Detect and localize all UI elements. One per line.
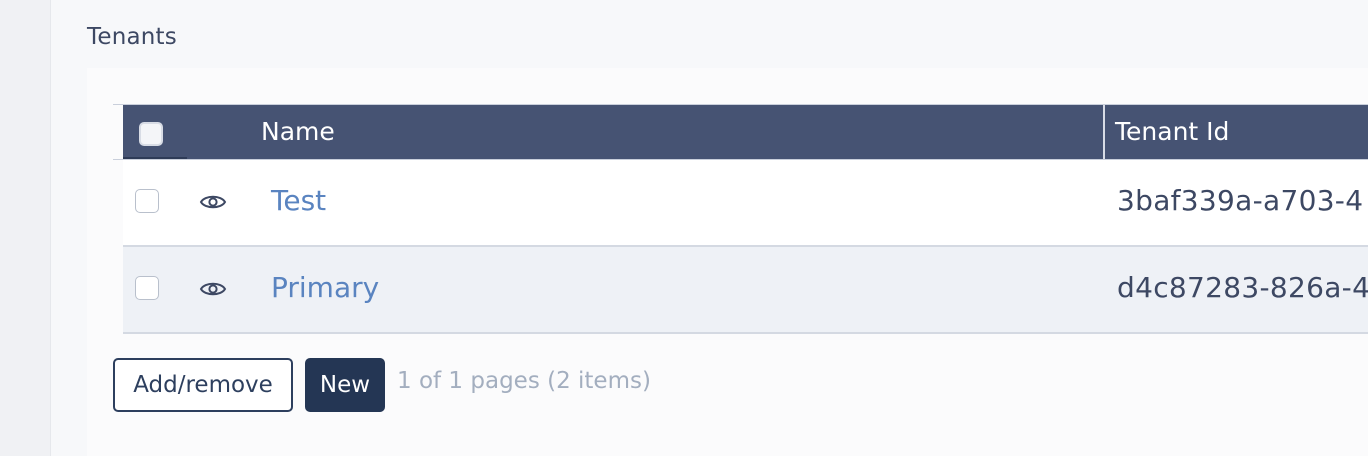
pagination-info: 1 of 1 pages (2 items): [397, 368, 651, 394]
row-checkbox[interactable]: [135, 276, 159, 300]
new-button[interactable]: New: [305, 358, 385, 412]
table-header: Name Tenant Id: [113, 104, 1368, 160]
table-row: Primary d4c87283-826a-4: [123, 247, 1368, 334]
tenant-name-link[interactable]: Test: [271, 184, 326, 217]
select-all-checkbox[interactable]: [139, 122, 163, 146]
tenants-table: Name Tenant Id Test 3baf339a-a703-4 Prim…: [113, 104, 1368, 334]
left-gutter: [0, 0, 50, 456]
tenant-name-link[interactable]: Primary: [271, 271, 379, 304]
row-checkbox[interactable]: [135, 189, 159, 213]
table-row: Test 3baf339a-a703-4: [123, 160, 1368, 247]
add-remove-button[interactable]: Add/remove: [113, 358, 293, 412]
tenant-id-cell: 3baf339a-a703-4: [1117, 184, 1364, 217]
eye-icon[interactable]: [199, 277, 227, 301]
select-all-cell: [123, 105, 187, 159]
tenants-panel: Tenants Name Tenant Id Test 3baf339a-a70: [50, 0, 1368, 456]
tenants-card: Name Tenant Id Test 3baf339a-a703-4 Prim…: [87, 68, 1368, 456]
column-header-name[interactable]: Name: [261, 117, 335, 146]
section-title: Tenants: [87, 24, 177, 50]
column-divider[interactable]: [1103, 105, 1105, 159]
eye-icon[interactable]: [199, 190, 227, 214]
column-header-tenant-id[interactable]: Tenant Id: [1115, 117, 1229, 146]
tenant-id-cell: d4c87283-826a-4: [1117, 271, 1368, 304]
